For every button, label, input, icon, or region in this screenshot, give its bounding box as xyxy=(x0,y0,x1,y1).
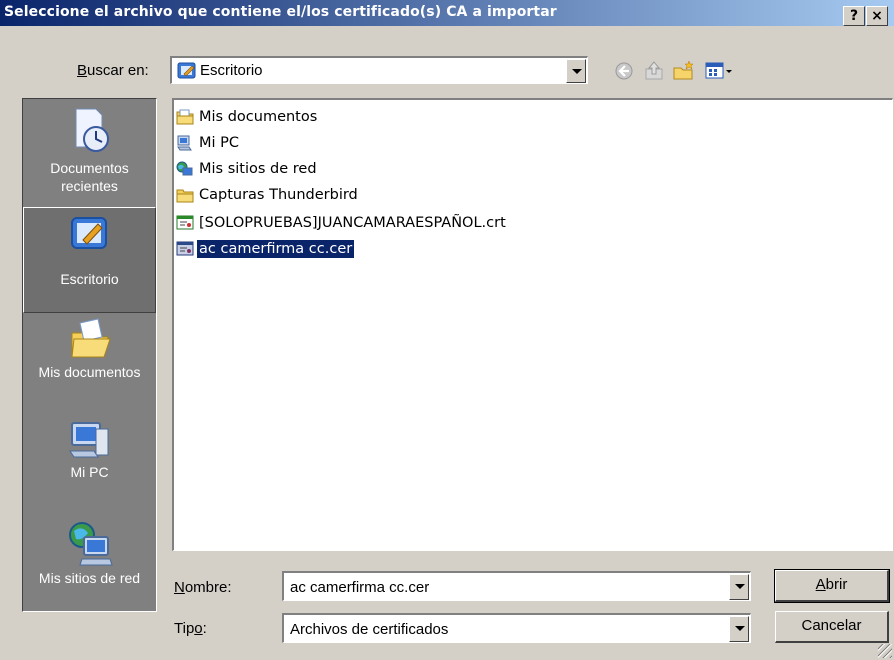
place-label: Mis sitios de red xyxy=(38,570,141,586)
certificate-icon xyxy=(176,215,194,230)
desktop-icon xyxy=(70,217,107,249)
place-my-documents[interactable]: Mis documentos xyxy=(23,313,156,413)
up-folder-icon[interactable] xyxy=(642,59,666,83)
close-button[interactable]: × xyxy=(866,6,888,26)
title-bar[interactable]: Seleccione el archivo que contiene el/lo… xyxy=(0,0,894,26)
filetype-dropdown-button[interactable] xyxy=(729,616,749,642)
file-list[interactable]: Mis documentos Mi PC Mis sitios de red C… xyxy=(172,98,893,551)
my-computer-icon xyxy=(68,422,108,458)
place-label: Mis documentos xyxy=(38,364,141,380)
filename-label: Nombre: xyxy=(174,579,232,596)
place-label: Escritorio xyxy=(60,271,119,287)
file-name: Capturas Thunderbird xyxy=(199,187,358,203)
lookin-label: Buscar en: xyxy=(77,62,149,79)
view-menu-icon[interactable] xyxy=(704,59,734,83)
file-name: Mis documentos xyxy=(199,109,318,125)
file-open-dialog: Seleccione el archivo que contiene el/lo… xyxy=(0,0,894,660)
place-label: Mi PC xyxy=(70,464,109,480)
new-folder-icon[interactable] xyxy=(672,59,696,83)
lookin-dropdown-button[interactable] xyxy=(566,59,586,83)
resize-grip-icon[interactable] xyxy=(878,644,892,658)
cancel-button-label: Cancelar xyxy=(801,617,862,634)
lookin-combo[interactable]: Escritorio xyxy=(170,56,588,84)
my-documents-icon xyxy=(70,318,111,358)
file-name: [SOLOPRUEBAS]JUANCAMARAESPAÑOL.crt xyxy=(199,215,506,231)
open-button[interactable]: Abrir xyxy=(774,569,890,603)
filename-input[interactable]: ac camerfirma cc.cer xyxy=(290,579,429,596)
filename-combo[interactable]: ac camerfirma cc.cer xyxy=(282,571,751,601)
filetype-label: Tipo: xyxy=(174,620,207,637)
place-network[interactable]: Mis sitios de red xyxy=(23,519,156,603)
filename-dropdown-button[interactable] xyxy=(729,574,749,600)
cancel-button[interactable]: Cancelar xyxy=(775,611,889,643)
desktop-icon xyxy=(177,62,196,79)
place-label: Documentos recientes xyxy=(50,160,129,194)
network-places-icon xyxy=(176,161,193,176)
filetype-combo[interactable]: Archivos de certificados xyxy=(282,613,751,643)
lookin-value: Escritorio xyxy=(200,62,263,79)
help-button[interactable]: ? xyxy=(843,6,865,26)
my-documents-folder-icon xyxy=(176,109,194,125)
place-recent-documents[interactable]: Documentos recientes xyxy=(23,103,156,203)
certificate-icon xyxy=(176,241,194,256)
file-name: Mis sitios de red xyxy=(199,161,317,177)
back-icon[interactable] xyxy=(612,59,636,83)
file-name: ac camerfirma cc.cer xyxy=(195,239,356,259)
places-bar: Documentos recientes Escritorio Mis docu… xyxy=(22,98,157,612)
network-places-icon xyxy=(68,522,113,566)
open-button-label: Abrir xyxy=(815,576,848,593)
recent-documents-icon xyxy=(75,108,109,152)
dialog-title: Seleccione el archivo que contiene el/lo… xyxy=(4,4,557,20)
place-desktop[interactable]: Escritorio xyxy=(23,207,156,313)
file-name: Mi PC xyxy=(199,135,240,151)
my-computer-icon xyxy=(177,135,192,151)
filetype-value: Archivos de certificados xyxy=(290,621,449,638)
folder-icon xyxy=(176,189,194,203)
place-my-computer[interactable]: Mi PC xyxy=(23,415,156,499)
